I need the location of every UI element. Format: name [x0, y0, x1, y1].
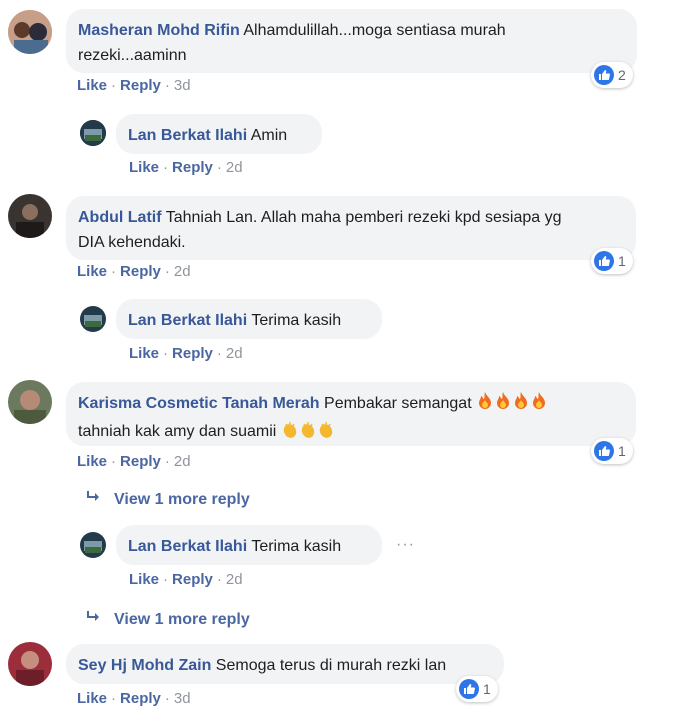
reply-link[interactable]: Reply	[172, 345, 213, 362]
comment-text: DIA kehendaki.	[78, 234, 186, 251]
like-link[interactable]: Like	[129, 345, 159, 362]
reply-text: Amin	[250, 127, 288, 144]
like-icon	[594, 441, 614, 461]
like-icon	[594, 65, 614, 85]
like-link[interactable]: Like	[77, 453, 107, 470]
avatar[interactable]	[8, 642, 52, 686]
timestamp[interactable]: 2d	[226, 345, 243, 362]
fire-emoji	[530, 391, 548, 419]
comment-author[interactable]: Masheran Mohd Rifin	[78, 22, 240, 39]
comment-author[interactable]: Karisma Cosmetic Tanah Merah	[78, 395, 320, 412]
like-link[interactable]: Like	[129, 159, 159, 176]
avatar[interactable]	[8, 380, 52, 424]
reaction-count-value: 1	[618, 443, 626, 459]
reply-link[interactable]: Reply	[172, 159, 213, 176]
reply-link[interactable]: Reply	[120, 263, 161, 280]
like-link[interactable]: Like	[77, 263, 107, 280]
view-more-replies[interactable]: View 1 more reply	[86, 610, 250, 629]
avatar[interactable]	[80, 306, 106, 332]
comment-actions: Like · Reply · 3d	[77, 690, 191, 707]
reply-link[interactable]: Reply	[172, 571, 213, 588]
like-icon	[594, 251, 614, 271]
reply-bubble: Lan Berkat Ilahi Terima kasih	[116, 525, 382, 565]
reply-author[interactable]: Lan Berkat Ilahi	[128, 127, 247, 144]
reply-bubble: Lan Berkat Ilahi Amin	[116, 114, 322, 154]
comment-actions: Like · Reply · 2d	[77, 453, 191, 470]
reply-actions: Like · Reply · 2d	[129, 345, 243, 362]
fire-emoji	[494, 391, 512, 419]
clap-emoji	[299, 421, 317, 447]
comment-text: Pembakar semangat	[324, 395, 472, 412]
timestamp[interactable]: 3d	[174, 77, 191, 94]
view-more-replies[interactable]: View 1 more reply	[86, 490, 250, 509]
comment-text: Tahniah Lan. Allah maha pemberi rezeki k…	[165, 209, 562, 226]
comment-text: rezeki...aaminn	[78, 47, 187, 64]
clap-emoji	[317, 421, 335, 447]
like-link[interactable]: Like	[77, 77, 107, 94]
like-icon	[459, 679, 479, 699]
reply-link[interactable]: Reply	[120, 77, 161, 94]
reply-author[interactable]: Lan Berkat Ilahi	[128, 312, 247, 329]
comment-text: tahniah kak amy dan suamii	[78, 423, 277, 440]
clap-emoji	[281, 421, 299, 447]
fire-emoji	[476, 391, 494, 419]
reaction-count-value: 1	[618, 253, 626, 269]
reply-text: Terima kasih	[251, 312, 342, 329]
reaction-count-value: 1	[483, 681, 491, 697]
comment-author[interactable]: Sey Hj Mohd Zain	[78, 657, 211, 674]
comment-bubble: Abdul Latif Tahniah Lan. Allah maha pemb…	[66, 196, 636, 260]
reply-text: Terima kasih	[251, 538, 342, 555]
reply-bubble: Lan Berkat Ilahi Terima kasih	[116, 299, 382, 339]
timestamp[interactable]: 2d	[226, 571, 243, 588]
reply-author[interactable]: Lan Berkat Ilahi	[128, 538, 247, 555]
like-link[interactable]: Like	[129, 571, 159, 588]
avatar[interactable]	[80, 532, 106, 558]
avatar[interactable]	[8, 194, 52, 238]
avatar[interactable]	[80, 120, 106, 146]
reply-arrow-icon	[86, 610, 102, 629]
reply-actions: Like · Reply · 2d	[129, 159, 243, 176]
comment-bubble: Karisma Cosmetic Tanah Merah Pembakar se…	[66, 382, 636, 446]
reply-actions: Like · Reply · 2d	[129, 571, 243, 588]
comment-bubble: Masheran Mohd Rifin Alhamdulillah...moga…	[66, 9, 637, 73]
comment-text: Alhamdulillah...moga sentiasa murah	[243, 22, 506, 39]
fire-emoji	[512, 391, 530, 419]
timestamp[interactable]: 2d	[226, 159, 243, 176]
view-more-label[interactable]: View 1 more reply	[114, 611, 250, 629]
comment-text: Semoga terus di murah rezki lan	[215, 657, 447, 674]
timestamp[interactable]: 2d	[174, 263, 191, 280]
timestamp[interactable]: 3d	[174, 690, 191, 707]
more-options-icon[interactable]: ···	[396, 536, 415, 554]
comment-actions: Like · Reply · 2d	[77, 263, 191, 280]
timestamp[interactable]: 2d	[174, 453, 191, 470]
reaction-count[interactable]: 1	[456, 676, 498, 702]
avatar[interactable]	[8, 10, 52, 54]
reaction-count[interactable]: 1	[591, 438, 633, 464]
reply-arrow-icon	[86, 490, 102, 509]
reaction-count[interactable]: 1	[591, 248, 633, 274]
comment-actions: Like · Reply · 3d	[77, 77, 191, 94]
comment-bubble: Sey Hj Mohd Zain Semoga terus di murah r…	[66, 644, 504, 684]
reaction-count[interactable]: 2	[591, 62, 633, 88]
comment-author[interactable]: Abdul Latif	[78, 209, 162, 226]
reaction-count-value: 2	[618, 67, 626, 83]
like-link[interactable]: Like	[77, 690, 107, 707]
reply-link[interactable]: Reply	[120, 453, 161, 470]
reply-link[interactable]: Reply	[120, 690, 161, 707]
view-more-label[interactable]: View 1 more reply	[114, 491, 250, 509]
